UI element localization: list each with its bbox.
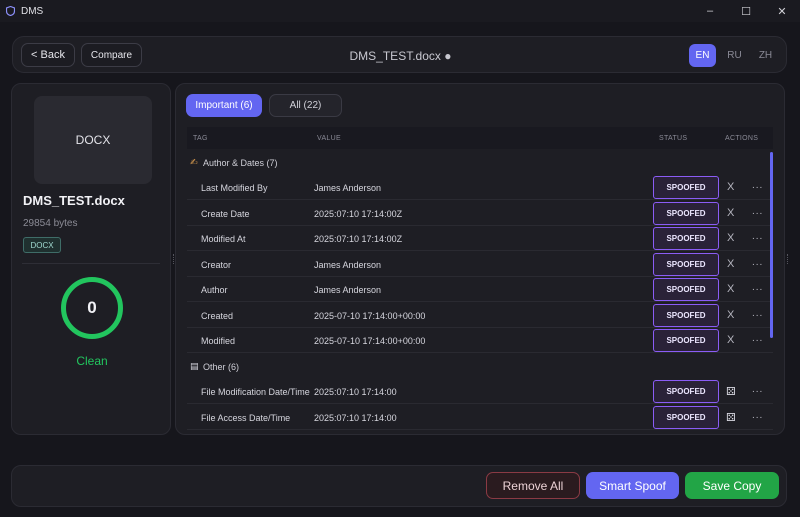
maximize-button[interactable]: ☐ [728, 0, 764, 22]
table-row: Last Modified By James Anderson SPOOFED … [187, 175, 773, 200]
more-actions-button[interactable]: ... [752, 410, 763, 421]
table-row: Created 2025-07-10 17:14:00+00:00 SPOOFE… [187, 303, 773, 328]
status-badge[interactable]: SPOOFED [653, 202, 719, 225]
row-value: James Anderson [314, 260, 382, 270]
table-row: File Modification Date/Time 2025:07:10 1… [187, 379, 773, 404]
document-title: DMS_TEST.docx ● [349, 48, 452, 63]
row-tag: Created [201, 311, 234, 321]
file-size: 29854 bytes [23, 218, 78, 229]
risk-score-ring: 0 [61, 277, 123, 339]
divider [22, 263, 160, 264]
lang-ru-button[interactable]: RU [722, 44, 747, 67]
remove-tag-button[interactable]: X [727, 283, 734, 295]
risk-score-label: Clean [76, 354, 108, 368]
table-row: Modified At 2025:07:10 17:14:00Z SPOOFED… [187, 226, 773, 251]
more-actions-button[interactable]: ... [752, 257, 763, 268]
metadata-panel: Important (6) All (22) TAG VALUE STATUS … [175, 83, 785, 435]
column-header-value: VALUE [317, 135, 341, 142]
status-badge[interactable]: SPOOFED [653, 253, 719, 276]
dice-icon[interactable]: ⚄ [726, 411, 736, 424]
row-tag: Creator [201, 260, 232, 270]
status-badge[interactable]: SPOOFED [653, 304, 719, 327]
footer-bar: Remove All Smart Spoof Save Copy [11, 465, 787, 507]
tab-important[interactable]: Important (6) [186, 94, 262, 117]
remove-tag-button[interactable]: X [727, 258, 734, 270]
remove-tag-button[interactable]: X [727, 334, 734, 346]
remove-tag-button[interactable]: X [727, 309, 734, 321]
more-actions-button[interactable]: ... [752, 206, 763, 217]
more-actions-button[interactable]: ... [752, 384, 763, 395]
more-actions-button[interactable]: ... [752, 180, 763, 191]
shield-icon [6, 6, 16, 17]
column-header-tag: TAG [193, 135, 208, 142]
more-actions-button[interactable]: ... [752, 308, 763, 319]
writing-hand-icon: ✍ [190, 157, 198, 167]
smart-spoof-button[interactable]: Smart Spoof [586, 472, 679, 499]
row-value: James Anderson [314, 285, 382, 295]
table-header: TAG VALUE STATUS ACTIONS [187, 127, 773, 149]
row-value: 2025:07:10 17:14:00 [314, 413, 397, 423]
table-row: File Access Date/Time 2025:07:10 17:14:0… [187, 405, 773, 430]
close-button[interactable]: ✕ [764, 0, 800, 22]
table-scrollbar[interactable] [770, 152, 773, 338]
more-actions-button[interactable]: ... [752, 231, 763, 242]
section-author-dates[interactable]: ✍ Author & Dates (7) [187, 150, 773, 175]
section-label: Author & Dates (7) [203, 157, 278, 168]
row-value: 2025:07:10 17:14:00Z [314, 209, 403, 219]
back-button[interactable]: < Back [21, 43, 75, 67]
status-badge[interactable]: SPOOFED [653, 380, 719, 403]
window-titlebar: DMS – ☐ ✕ [0, 0, 800, 22]
table-row: Modified 2025-07-10 17:14:00+00:00 SPOOF… [187, 328, 773, 353]
tab-all[interactable]: All (22) [269, 94, 342, 117]
table-row: Create Date 2025:07:10 17:14:00Z SPOOFED… [187, 201, 773, 226]
resize-handle-right[interactable] [787, 254, 789, 264]
minimize-button[interactable]: – [692, 0, 728, 22]
remove-tag-button[interactable]: X [727, 232, 734, 244]
more-actions-button[interactable]: ... [752, 282, 763, 293]
compare-button[interactable]: Compare [81, 43, 142, 67]
lang-zh-button[interactable]: ZH [753, 44, 778, 67]
status-badge[interactable]: SPOOFED [653, 278, 719, 301]
lang-en-button[interactable]: EN [689, 44, 716, 67]
remove-all-button[interactable]: Remove All [486, 472, 580, 499]
file-type-badge: DOCX [23, 237, 61, 253]
remove-tag-button[interactable]: X [727, 181, 734, 193]
status-badge[interactable]: SPOOFED [653, 227, 719, 250]
row-value: James Anderson [314, 183, 382, 193]
more-actions-button[interactable]: ... [752, 333, 763, 344]
metadata-table: TAG VALUE STATUS ACTIONS ✍ Author & Date… [187, 127, 773, 434]
row-value: 2025-07-10 17:14:00+00:00 [314, 336, 426, 346]
window-controls: – ☐ ✕ [692, 0, 800, 22]
status-badge[interactable]: SPOOFED [653, 329, 719, 352]
table-row: Author James Anderson SPOOFED X ... [187, 277, 773, 302]
row-tag: Create Date [201, 209, 250, 219]
column-header-status: STATUS [659, 135, 688, 142]
table-row: Creator James Anderson SPOOFED X ... [187, 252, 773, 277]
window-title: DMS [21, 5, 44, 17]
column-header-actions: ACTIONS [725, 135, 759, 142]
row-tag: Last Modified By [201, 183, 268, 193]
row-value: 2025:07:10 17:14:00 [314, 387, 397, 397]
row-value: 2025-07-10 17:14:00+00:00 [314, 311, 426, 321]
status-badge[interactable]: SPOOFED [653, 406, 719, 429]
memo-icon: ▤ [190, 361, 199, 371]
section-label: Other (6) [203, 361, 240, 372]
row-tag: Modified [201, 336, 236, 346]
row-tag: File Access Date/Time [201, 413, 291, 423]
file-name: DMS_TEST.docx [23, 193, 125, 208]
header-bar: < Back Compare DMS_TEST.docx ● EN RU ZH [12, 36, 787, 73]
row-tag: File Modification Date/Time [201, 387, 310, 397]
remove-tag-button[interactable]: X [727, 207, 734, 219]
dice-icon[interactable]: ⚄ [726, 385, 736, 398]
row-value: 2025:07:10 17:14:00Z [314, 234, 403, 244]
section-other[interactable]: ▤ Other (6) [187, 354, 773, 379]
file-info-panel: DOCX DMS_TEST.docx 29854 bytes DOCX 0 Cl… [11, 83, 171, 435]
status-badge[interactable]: SPOOFED [653, 176, 719, 199]
row-tag: Author [201, 285, 228, 295]
save-copy-button[interactable]: Save Copy [685, 472, 779, 499]
row-tag: Modified At [201, 234, 246, 244]
file-thumbnail: DOCX [34, 96, 152, 184]
